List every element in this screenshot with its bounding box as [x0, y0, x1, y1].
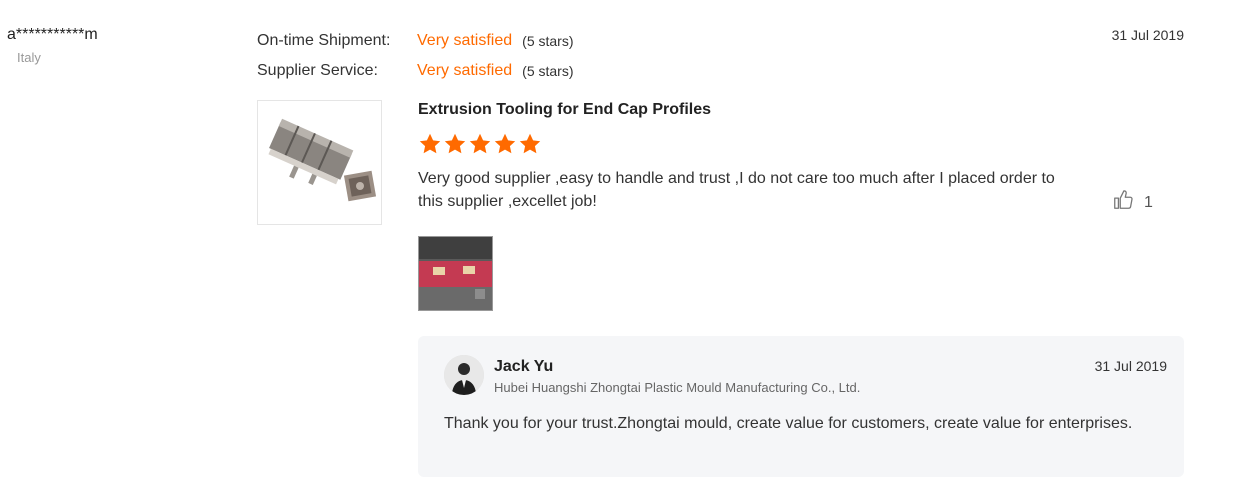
star-icon: [444, 133, 466, 154]
reviewer-country: Italy: [17, 50, 41, 65]
rating-stars-text: (5 stars): [522, 33, 574, 49]
review-text: Very good supplier ,easy to handle and t…: [418, 170, 1055, 210]
rating-row-shipment: On-time Shipment: Very satisfied (5 star…: [257, 26, 574, 56]
supplier-reply: Jack Yu Hubei Huangshi Zhongtai Plastic …: [418, 336, 1184, 477]
reviewer-name: a***********m: [7, 26, 98, 43]
review-date: 31 Jul 2019: [1111, 27, 1184, 43]
reply-text: Thank you for your trust.Zhongtai mould,…: [444, 415, 1133, 432]
reply-author-name: Jack Yu: [494, 358, 554, 375]
rating-stars-text: (5 stars): [522, 63, 574, 79]
rating-value: Very satisfied: [417, 62, 513, 79]
star-icon: [494, 133, 516, 154]
star-icon: [469, 133, 491, 154]
star-icon: [519, 133, 541, 154]
rating-row-service: Supplier Service: Very satisfied (5 star…: [257, 56, 574, 86]
rating-label: Supplier Service:: [257, 62, 378, 79]
product-title[interactable]: Extrusion Tooling for End Cap Profiles: [418, 101, 711, 119]
review-photo-thumbnail[interactable]: [418, 236, 493, 311]
star-icon: [419, 133, 441, 154]
like-button[interactable]: 1: [1112, 189, 1153, 216]
star-rating: [418, 132, 542, 156]
extrusion-die-image: [258, 101, 381, 224]
reply-company-name[interactable]: Hubei Huangshi Zhongtai Plastic Mould Ma…: [494, 380, 860, 395]
reply-date: 31 Jul 2019: [1094, 358, 1167, 374]
rating-label: On-time Shipment:: [257, 32, 391, 49]
supplier-ratings: On-time Shipment: Very satisfied (5 star…: [257, 26, 574, 86]
rating-value: Very satisfied: [417, 32, 513, 49]
reviewer-info: a***********m Italy: [7, 26, 98, 65]
like-count: 1: [1144, 193, 1153, 211]
review-photo-image: [419, 237, 492, 310]
thumbs-up-icon: [1112, 189, 1134, 216]
product-thumbnail[interactable]: [257, 100, 382, 225]
avatar: [444, 355, 484, 395]
